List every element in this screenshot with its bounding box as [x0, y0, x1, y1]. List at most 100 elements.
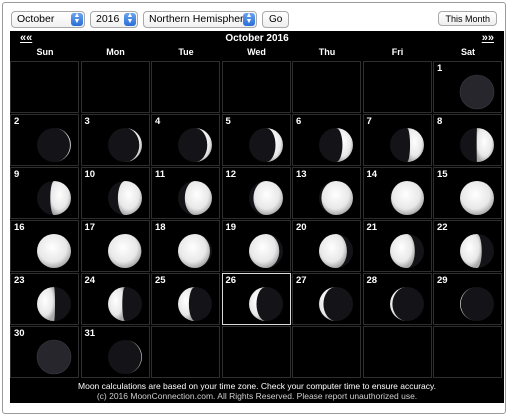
- weekday-header: Sat: [460, 47, 475, 57]
- day-number: 22: [437, 222, 448, 233]
- day-number: 25: [155, 275, 166, 286]
- calendar-day-cell: 16: [10, 220, 79, 272]
- moon-phase-icon: [107, 234, 142, 268]
- month-select-value: October: [17, 13, 55, 25]
- moon-phase-icon: [460, 128, 494, 162]
- chevron-updown-icon: ▲ ▼: [71, 12, 83, 26]
- moon-phase-icon: [178, 128, 212, 162]
- day-number: 4: [155, 116, 161, 127]
- calendar-day-cell: 17: [80, 220, 150, 272]
- day-number: 7: [366, 116, 372, 127]
- chevron-updown-icon: ▲ ▼: [243, 12, 255, 26]
- moon-phase-icon: [460, 181, 494, 215]
- calendar: «« October 2016 »» Sun Mon Tue Wed Thu Fri Sat…: [10, 31, 504, 403]
- chevron-updown-icon: ▲ ▼: [124, 12, 136, 26]
- moon-phase-icon: [178, 287, 212, 321]
- day-number: 12: [225, 169, 237, 180]
- moon-calendar-widget: October ▲ ▼ 2016 ▲ ▼ Northern Hemisphere ▲…: [2, 2, 506, 414]
- hemisphere-select-value: Northern Hemisphere: [149, 13, 250, 25]
- moon-phase-icon: [107, 181, 142, 215]
- footer: Moon calculations are based on your time…: [10, 381, 504, 401]
- calendar-day-cell: 12: [221, 167, 291, 219]
- moon-phase-icon: [37, 287, 71, 321]
- calendar-day-cell: 2: [10, 114, 79, 166]
- calendar-day-cell: 15: [433, 167, 502, 219]
- day-number: 13: [296, 169, 307, 180]
- day-number: 6: [296, 116, 302, 127]
- day-number: 1: [437, 63, 443, 74]
- calendar-day-cell: 20: [292, 220, 361, 272]
- day-number: 31: [84, 328, 96, 339]
- day-number: 2: [14, 116, 20, 127]
- moon-phase-icon: [107, 287, 142, 321]
- calendar-day-cell: 3: [80, 114, 150, 166]
- calendar-day-cell: 21: [362, 220, 432, 272]
- calendar-day-cell: 25: [151, 273, 220, 325]
- day-number: 5: [225, 116, 231, 127]
- calendar-day-cell: 10: [80, 167, 150, 219]
- calendar-day-cell: 13: [292, 167, 361, 219]
- calendar-header: «« October 2016 »»: [10, 31, 504, 46]
- go-button[interactable]: Go: [262, 10, 290, 28]
- moon-phase-icon: [107, 340, 142, 374]
- day-number: 16: [14, 222, 25, 233]
- calendar-day-cell: 24: [80, 273, 150, 325]
- moon-phase-icon: [460, 287, 494, 321]
- day-number: 26: [225, 275, 237, 286]
- moon-phase-icon: [389, 128, 424, 162]
- year-select[interactable]: 2016 ▲ ▼: [90, 10, 138, 28]
- day-number: 29: [437, 275, 448, 286]
- calendar-empty-cell: [151, 326, 220, 378]
- moon-phase-icon: [178, 234, 212, 268]
- calendar-empty-cell: [362, 326, 432, 378]
- month-select[interactable]: October ▲ ▼: [11, 10, 85, 28]
- calendar-day-cell: 7: [362, 114, 432, 166]
- calendar-empty-cell: [10, 61, 79, 113]
- day-number: 30: [14, 328, 25, 339]
- calendar-empty-cell: [292, 326, 361, 378]
- calendar-empty-cell: [151, 61, 220, 113]
- next-month-link[interactable]: »»: [482, 32, 494, 44]
- calendar-day-cell: 30: [10, 326, 79, 378]
- moon-phase-icon: [36, 339, 72, 375]
- weekday-header: Fri: [391, 47, 404, 57]
- day-number: 28: [366, 275, 378, 286]
- moon-phase-icon: [178, 181, 212, 215]
- day-number: 19: [225, 222, 237, 233]
- calendar-empty-cell: [433, 326, 502, 378]
- this-month-button[interactable]: This Month: [438, 11, 497, 26]
- weekday-header: Mon: [106, 47, 125, 57]
- moon-phase-icon: [319, 128, 353, 162]
- calendar-grid: 1 2 3 4 5 6 7 8 9 10 11 12 13 14 15 16 17 18 19 20 21 22 23 24 2…: [10, 61, 504, 379]
- day-number: 24: [84, 275, 96, 286]
- day-number: 18: [155, 222, 166, 233]
- day-number: 17: [84, 222, 96, 233]
- moon-phase-icon: [389, 234, 424, 268]
- calendar-day-cell: 4: [151, 114, 220, 166]
- moon-phase-icon: [37, 234, 71, 268]
- calendar-day-cell: 18: [151, 220, 220, 272]
- day-number: 3: [84, 116, 90, 127]
- moon-phase-icon: [248, 287, 283, 321]
- weekday-header: Wed: [247, 47, 266, 57]
- weekday-header: Sun: [36, 47, 54, 57]
- calendar-day-cell: 23: [10, 273, 79, 325]
- day-number: 21: [366, 222, 378, 233]
- calendar-day-cell-today: 26: [221, 273, 291, 325]
- calendar-day-cell: 6: [292, 114, 361, 166]
- calendar-day-cell: 31: [80, 326, 150, 378]
- moon-phase-icon: [319, 181, 353, 215]
- day-number: 20: [296, 222, 307, 233]
- weekday-header: Thu: [318, 47, 336, 57]
- footer-note: Moon calculations are based on your time…: [78, 381, 436, 391]
- day-number: 14: [366, 169, 378, 180]
- moon-phase-icon: [319, 287, 353, 321]
- day-number: 11: [155, 169, 166, 180]
- moon-phase-icon: [37, 181, 71, 215]
- hemisphere-select[interactable]: Northern Hemisphere ▲ ▼: [143, 10, 257, 28]
- calendar-day-cell: 5: [221, 114, 291, 166]
- calendar-empty-cell: [80, 61, 150, 113]
- day-number: 8: [437, 116, 443, 127]
- calendar-day-cell: 19: [221, 220, 291, 272]
- weekday-header: Tue: [178, 47, 194, 57]
